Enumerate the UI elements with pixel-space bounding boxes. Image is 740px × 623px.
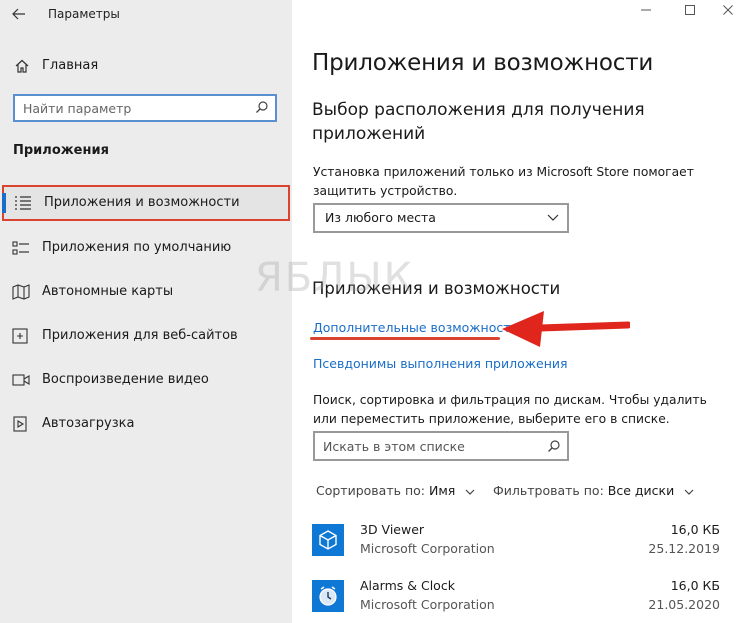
install-source-dropdown[interactable]: Из любого места xyxy=(313,203,569,233)
app-name: 3D Viewer xyxy=(360,522,425,537)
default-apps-icon xyxy=(12,241,29,255)
app-list-item-3d-viewer[interactable]: 3D Viewer Microsoft Corporation 16,0 КБ … xyxy=(312,522,720,564)
close-button[interactable] xyxy=(718,4,738,20)
sort-dropdown[interactable]: Сортировать по: Имя xyxy=(316,483,475,498)
install-source-description: Установка приложений только из Microsoft… xyxy=(313,165,694,198)
sidebar-item-startup[interactable]: Автозагрузка xyxy=(0,406,292,442)
startup-icon xyxy=(13,416,27,432)
optional-features-link[interactable]: Дополнительные возможности xyxy=(313,320,519,335)
app-publisher: Microsoft Corporation xyxy=(360,597,495,612)
sidebar-item-web-apps[interactable]: Приложения для веб-сайтов xyxy=(0,318,292,354)
maximize-button[interactable] xyxy=(680,4,700,20)
app-list-item-alarms-clock[interactable]: Alarms & Clock Microsoft Corporation 16,… xyxy=(312,578,720,620)
app-publisher: Microsoft Corporation xyxy=(360,541,495,556)
search-icon[interactable] xyxy=(547,439,561,453)
sort-label: Сортировать по: xyxy=(316,483,425,498)
search-icon[interactable] xyxy=(255,100,269,114)
highlight-underline xyxy=(310,337,500,340)
watermark: ЯБЛЫК xyxy=(255,255,415,301)
main-content: Приложения и возможности Выбор расположе… xyxy=(292,0,740,623)
filter-label: Фильтровать по: xyxy=(493,483,604,498)
map-icon xyxy=(12,284,30,300)
video-icon xyxy=(12,374,30,386)
dropdown-value: Из любого места xyxy=(325,210,436,225)
app-name: Alarms & Clock xyxy=(360,578,455,593)
list-icon xyxy=(15,196,31,210)
sidebar-item-label: Автозагрузка xyxy=(42,416,135,431)
sidebar-section-label: Приложения xyxy=(13,143,109,158)
sidebar-item-offline-maps[interactable]: Автономные карты xyxy=(0,274,292,310)
home-icon xyxy=(15,59,29,73)
settings-search-box[interactable] xyxy=(13,94,277,122)
maximize-icon xyxy=(685,5,695,15)
app-install-date: 21.05.2020 xyxy=(648,597,720,612)
chevron-down-icon xyxy=(684,489,694,495)
settings-search-input[interactable] xyxy=(23,99,249,117)
close-icon xyxy=(723,5,733,15)
app-size: 16,0 КБ xyxy=(670,578,720,593)
sidebar: Параметры Главная Приложения Приложения … xyxy=(0,0,292,623)
app-title: Параметры xyxy=(48,7,120,21)
app-install-date: 25.12.2019 xyxy=(648,541,720,556)
alarms-clock-app-icon xyxy=(312,580,344,612)
filter-dropdown[interactable]: Фильтровать по: Все диски xyxy=(493,483,694,498)
sidebar-item-label: Автономные карты xyxy=(42,284,174,299)
sidebar-item-video-playback[interactable]: Воспроизведение видео xyxy=(0,362,292,398)
sidebar-item-label: Главная xyxy=(42,58,99,73)
sidebar-item-apps-features[interactable]: Приложения и возможности xyxy=(2,185,290,221)
minimize-button[interactable] xyxy=(636,4,656,20)
app-list-search-input[interactable] xyxy=(323,437,543,455)
red-arrow-annotation xyxy=(502,311,630,347)
app-list-description: Поиск, сортировка и фильтрация по дискам… xyxy=(313,393,707,426)
sort-value: Имя xyxy=(428,483,456,498)
sidebar-item-label: Приложения по умолчанию xyxy=(42,240,232,255)
3d-viewer-app-icon xyxy=(312,524,344,556)
app-execution-aliases-link[interactable]: Псевдонимы выполнения приложения xyxy=(313,356,568,371)
sidebar-item-label: Воспроизведение видео xyxy=(42,372,209,387)
app-size: 16,0 КБ xyxy=(670,522,720,537)
window-controls xyxy=(600,0,740,26)
page-title: Приложения и возможности xyxy=(312,50,654,76)
filter-value: Все диски xyxy=(607,483,675,498)
install-source-heading: Выбор расположения для получения приложе… xyxy=(312,100,645,144)
minimize-icon xyxy=(641,9,651,11)
back-arrow-icon xyxy=(12,8,25,20)
sidebar-item-default-apps[interactable]: Приложения по умолчанию xyxy=(0,230,292,266)
app-list-search-box[interactable] xyxy=(313,431,569,461)
back-button[interactable] xyxy=(8,4,30,24)
sidebar-item-home[interactable]: Главная xyxy=(0,52,292,80)
title-bar: Параметры xyxy=(0,0,292,30)
chevron-down-icon xyxy=(547,214,559,221)
active-indicator xyxy=(2,193,6,213)
sidebar-item-label: Приложения для веб-сайтов xyxy=(42,328,238,343)
web-apps-icon xyxy=(12,328,28,344)
sidebar-item-label: Приложения и возможности xyxy=(44,195,240,210)
chevron-down-icon xyxy=(465,489,475,495)
